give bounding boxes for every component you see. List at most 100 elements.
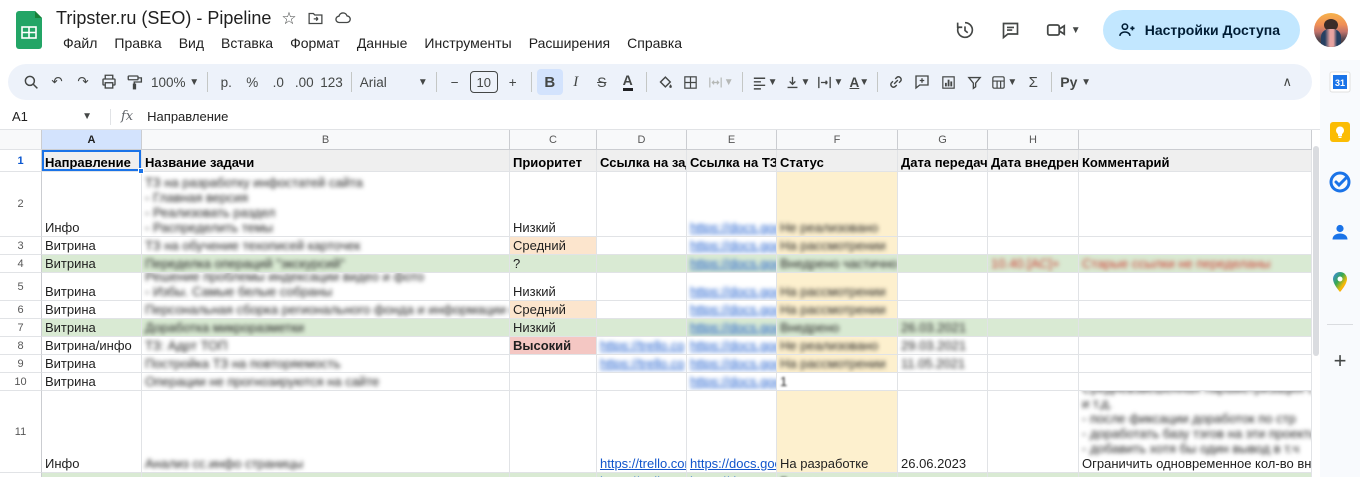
font-size-input[interactable]: 10 xyxy=(469,71,498,93)
cell-C3[interactable]: Средний xyxy=(510,237,597,255)
cell-E12[interactable]: https://docs.goo xyxy=(687,473,777,477)
google-maps-icon[interactable] xyxy=(1328,270,1352,294)
cell-B11[interactable]: Анализ сс.инфо страницы xyxy=(142,391,510,473)
text-wrap-button[interactable]: ▼ xyxy=(813,69,846,95)
cell-C4[interactable]: ? xyxy=(510,255,597,273)
menu-item-view[interactable]: Вид xyxy=(172,33,211,53)
cell-D6[interactable] xyxy=(597,301,687,319)
cell-D10[interactable] xyxy=(597,373,687,391)
increase-font-size-button[interactable]: + xyxy=(500,69,526,95)
row-header-3[interactable]: 3 xyxy=(0,237,42,255)
collapse-toolbar-button[interactable]: ∧ xyxy=(1282,74,1302,90)
cell-C10[interactable] xyxy=(510,373,597,391)
cell-H1[interactable]: Дата внедрени xyxy=(988,150,1079,172)
cell-G2[interactable] xyxy=(898,172,988,237)
star-icon[interactable]: ☆ xyxy=(281,10,296,27)
cell-I2[interactable] xyxy=(1079,172,1312,237)
cell-E6[interactable]: https://docs.goo xyxy=(687,301,777,319)
create-filter-button[interactable] xyxy=(961,69,987,95)
cell-F9[interactable]: На рассмотрении xyxy=(777,355,898,373)
cell-D1[interactable]: Ссылка на зад xyxy=(597,150,687,172)
cell-B3[interactable]: ТЗ на обучение техописей карточек xyxy=(142,237,510,255)
cell-B8[interactable]: ТЗ: Адрт ТОП xyxy=(142,337,510,355)
text-rotation-button[interactable]: A ▼ xyxy=(846,69,872,95)
cell-A8[interactable]: Витрина/инфо xyxy=(42,337,142,355)
cell-C2[interactable]: Низкий xyxy=(510,172,597,237)
increase-decimals-button[interactable]: .00 xyxy=(291,69,317,95)
cell-C9[interactable] xyxy=(510,355,597,373)
col-header-C[interactable]: C xyxy=(510,130,597,150)
cell-D5[interactable] xyxy=(597,273,687,301)
cell-A4[interactable]: Витрина xyxy=(42,255,142,273)
more-formats-button[interactable]: 123 xyxy=(317,69,346,95)
cell-H11[interactable] xyxy=(988,391,1079,473)
cell-G4[interactable] xyxy=(898,255,988,273)
cell-B4[interactable]: Переделка операций "экскурсий" xyxy=(142,255,510,273)
vertical-scrollbar[interactable] xyxy=(1312,130,1320,477)
row-header-9[interactable]: 9 xyxy=(0,355,42,373)
fill-color-button[interactable] xyxy=(652,69,678,95)
cell-D9[interactable]: https://trello.co xyxy=(597,355,687,373)
cell-H12[interactable] xyxy=(988,473,1079,477)
decrease-decimals-button[interactable]: .0 xyxy=(265,69,291,95)
paint-format-button[interactable] xyxy=(122,69,148,95)
row-header-1[interactable]: 1 xyxy=(0,150,42,172)
menu-item-format[interactable]: Формат xyxy=(283,33,347,53)
row-header-8[interactable]: 8 xyxy=(0,337,42,355)
fill-handle[interactable] xyxy=(138,168,144,174)
cell-F5[interactable]: На рассмотрении xyxy=(777,273,898,301)
insert-comment-button[interactable] xyxy=(909,69,935,95)
row-header-10[interactable]: 10 xyxy=(0,373,42,391)
cell-F8[interactable]: Не реализовано xyxy=(777,337,898,355)
spreadsheet-grid[interactable]: A B C D E F G H 1 Направление Название задачи Приор… xyxy=(0,130,1320,477)
cell-C7[interactable]: Низкий xyxy=(510,319,597,337)
row-header-4[interactable]: 4 xyxy=(0,255,42,273)
cell-C6[interactable]: Средний xyxy=(510,301,597,319)
cell-I5[interactable] xyxy=(1079,273,1312,301)
row-header-6[interactable]: 6 xyxy=(0,301,42,319)
cell-A1[interactable]: Направление xyxy=(42,150,144,174)
col-header-E[interactable]: E xyxy=(687,130,777,150)
bold-button[interactable]: B xyxy=(536,69,563,95)
format-percent-button[interactable]: % xyxy=(239,69,265,95)
row-header-2[interactable]: 2 xyxy=(0,172,42,237)
menu-item-insert[interactable]: Вставка xyxy=(214,33,280,53)
cell-H7[interactable] xyxy=(988,319,1079,337)
cell-C1[interactable]: Приоритет xyxy=(510,150,597,172)
name-box[interactable]: A1 ▼ xyxy=(12,109,100,124)
menu-item-help[interactable]: Справка xyxy=(620,33,689,53)
google-tasks-icon[interactable] xyxy=(1328,170,1352,194)
cell-E1[interactable]: Ссылка на ТЗ xyxy=(687,150,777,172)
cell-B5[interactable]: Решение проблемы индексации видео и фото… xyxy=(142,273,510,301)
cell-I7[interactable] xyxy=(1079,319,1312,337)
cell-B10[interactable]: Операции не прогнозируются на сайте xyxy=(142,373,510,391)
cell-E2[interactable]: https://docs.goo xyxy=(687,172,777,237)
text-color-button[interactable]: A xyxy=(615,69,641,95)
cell-F11[interactable]: На разработке xyxy=(777,391,898,473)
cell-A9[interactable]: Витрина xyxy=(42,355,142,373)
cell-E11[interactable]: https://docs.goo xyxy=(687,391,777,473)
cell-I6[interactable] xyxy=(1079,301,1312,319)
cell-I9[interactable] xyxy=(1079,355,1312,373)
cell-E5[interactable]: https://docs.goo xyxy=(687,273,777,301)
cell-F2[interactable]: Не реализовано xyxy=(777,172,898,237)
menu-item-tools[interactable]: Инструменты xyxy=(417,33,518,53)
cell-G1[interactable]: Дата передачи xyxy=(898,150,988,172)
cell-H10[interactable] xyxy=(988,373,1079,391)
cell-G8[interactable]: 29.03.2021 xyxy=(898,337,988,355)
scrollbar-thumb[interactable] xyxy=(1313,146,1319,356)
redo-button[interactable]: ↷ xyxy=(70,69,96,95)
cell-C5[interactable]: Низкий xyxy=(510,273,597,301)
font-select[interactable]: Arial ▼ xyxy=(357,69,431,95)
cell-D12[interactable]: https://trello.com xyxy=(597,473,687,477)
cell-A11[interactable]: Инфо xyxy=(42,391,142,473)
cell-D4[interactable] xyxy=(597,255,687,273)
cell-E8[interactable]: https://docs.goo xyxy=(687,337,777,355)
col-header-I[interactable] xyxy=(1079,130,1312,150)
cell-H6[interactable] xyxy=(988,301,1079,319)
italic-button[interactable]: I xyxy=(563,69,589,95)
cell-D11[interactable]: https://trello.com xyxy=(597,391,687,473)
cell-H2[interactable] xyxy=(988,172,1079,237)
cell-F4[interactable]: Внедрено частично xyxy=(777,255,898,273)
cell-B7[interactable]: Доработка микроразметки xyxy=(142,319,510,337)
